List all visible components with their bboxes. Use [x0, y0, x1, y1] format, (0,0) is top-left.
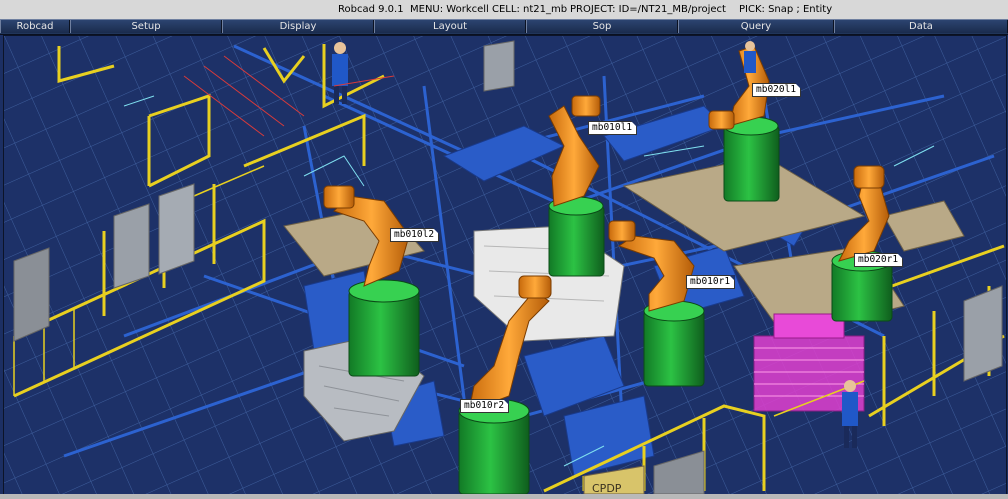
robot-label-mb020l1: mb020l1 — [752, 83, 802, 97]
app-version: Robcad 9.0.1 — [338, 4, 404, 15]
menu-display[interactable]: Display — [222, 20, 374, 33]
robcad-window: Robcad 9.0.1 MENU: Workcell CELL: nt21_m… — [0, 0, 1008, 499]
menu-sop[interactable]: Sop — [526, 20, 678, 33]
menu-layout[interactable]: Layout — [374, 20, 526, 33]
robot-label-mb010l2: mb010l2 — [390, 228, 440, 242]
robot-label-mb010r2: mb010r2 — [460, 399, 510, 413]
menu-robcad[interactable]: Robcad — [0, 20, 70, 33]
menu-bar: Robcad Setup Display Layout Sop Query Da… — [0, 19, 1008, 35]
robot-label-mb010l1: mb010l1 — [588, 121, 638, 135]
3d-viewport[interactable]: CPDP mb010l2 mb010l1 mb020l1 mb010r1 mb0… — [3, 35, 1007, 495]
project-status: PROJECT: ID=/NT21_MB/project — [570, 4, 726, 15]
menu-query[interactable]: Query — [678, 20, 834, 33]
robot-label-mb020r1: mb020r1 — [854, 253, 904, 267]
menu-status: MENU: Workcell — [410, 4, 489, 15]
menu-setup[interactable]: Setup — [70, 20, 222, 33]
cpdp-sign-text: CPDP — [592, 482, 622, 494]
pick-status: PICK: Snap ; Entity — [739, 4, 833, 15]
cell-status: CELL: nt21_mb — [492, 4, 568, 15]
robot-label-mb010r1: mb010r1 — [686, 275, 736, 289]
window-bottom-edge — [0, 494, 1008, 499]
menu-data[interactable]: Data — [834, 20, 1008, 33]
status-bar: Robcad 9.0.1 MENU: Workcell CELL: nt21_m… — [0, 0, 1008, 20]
